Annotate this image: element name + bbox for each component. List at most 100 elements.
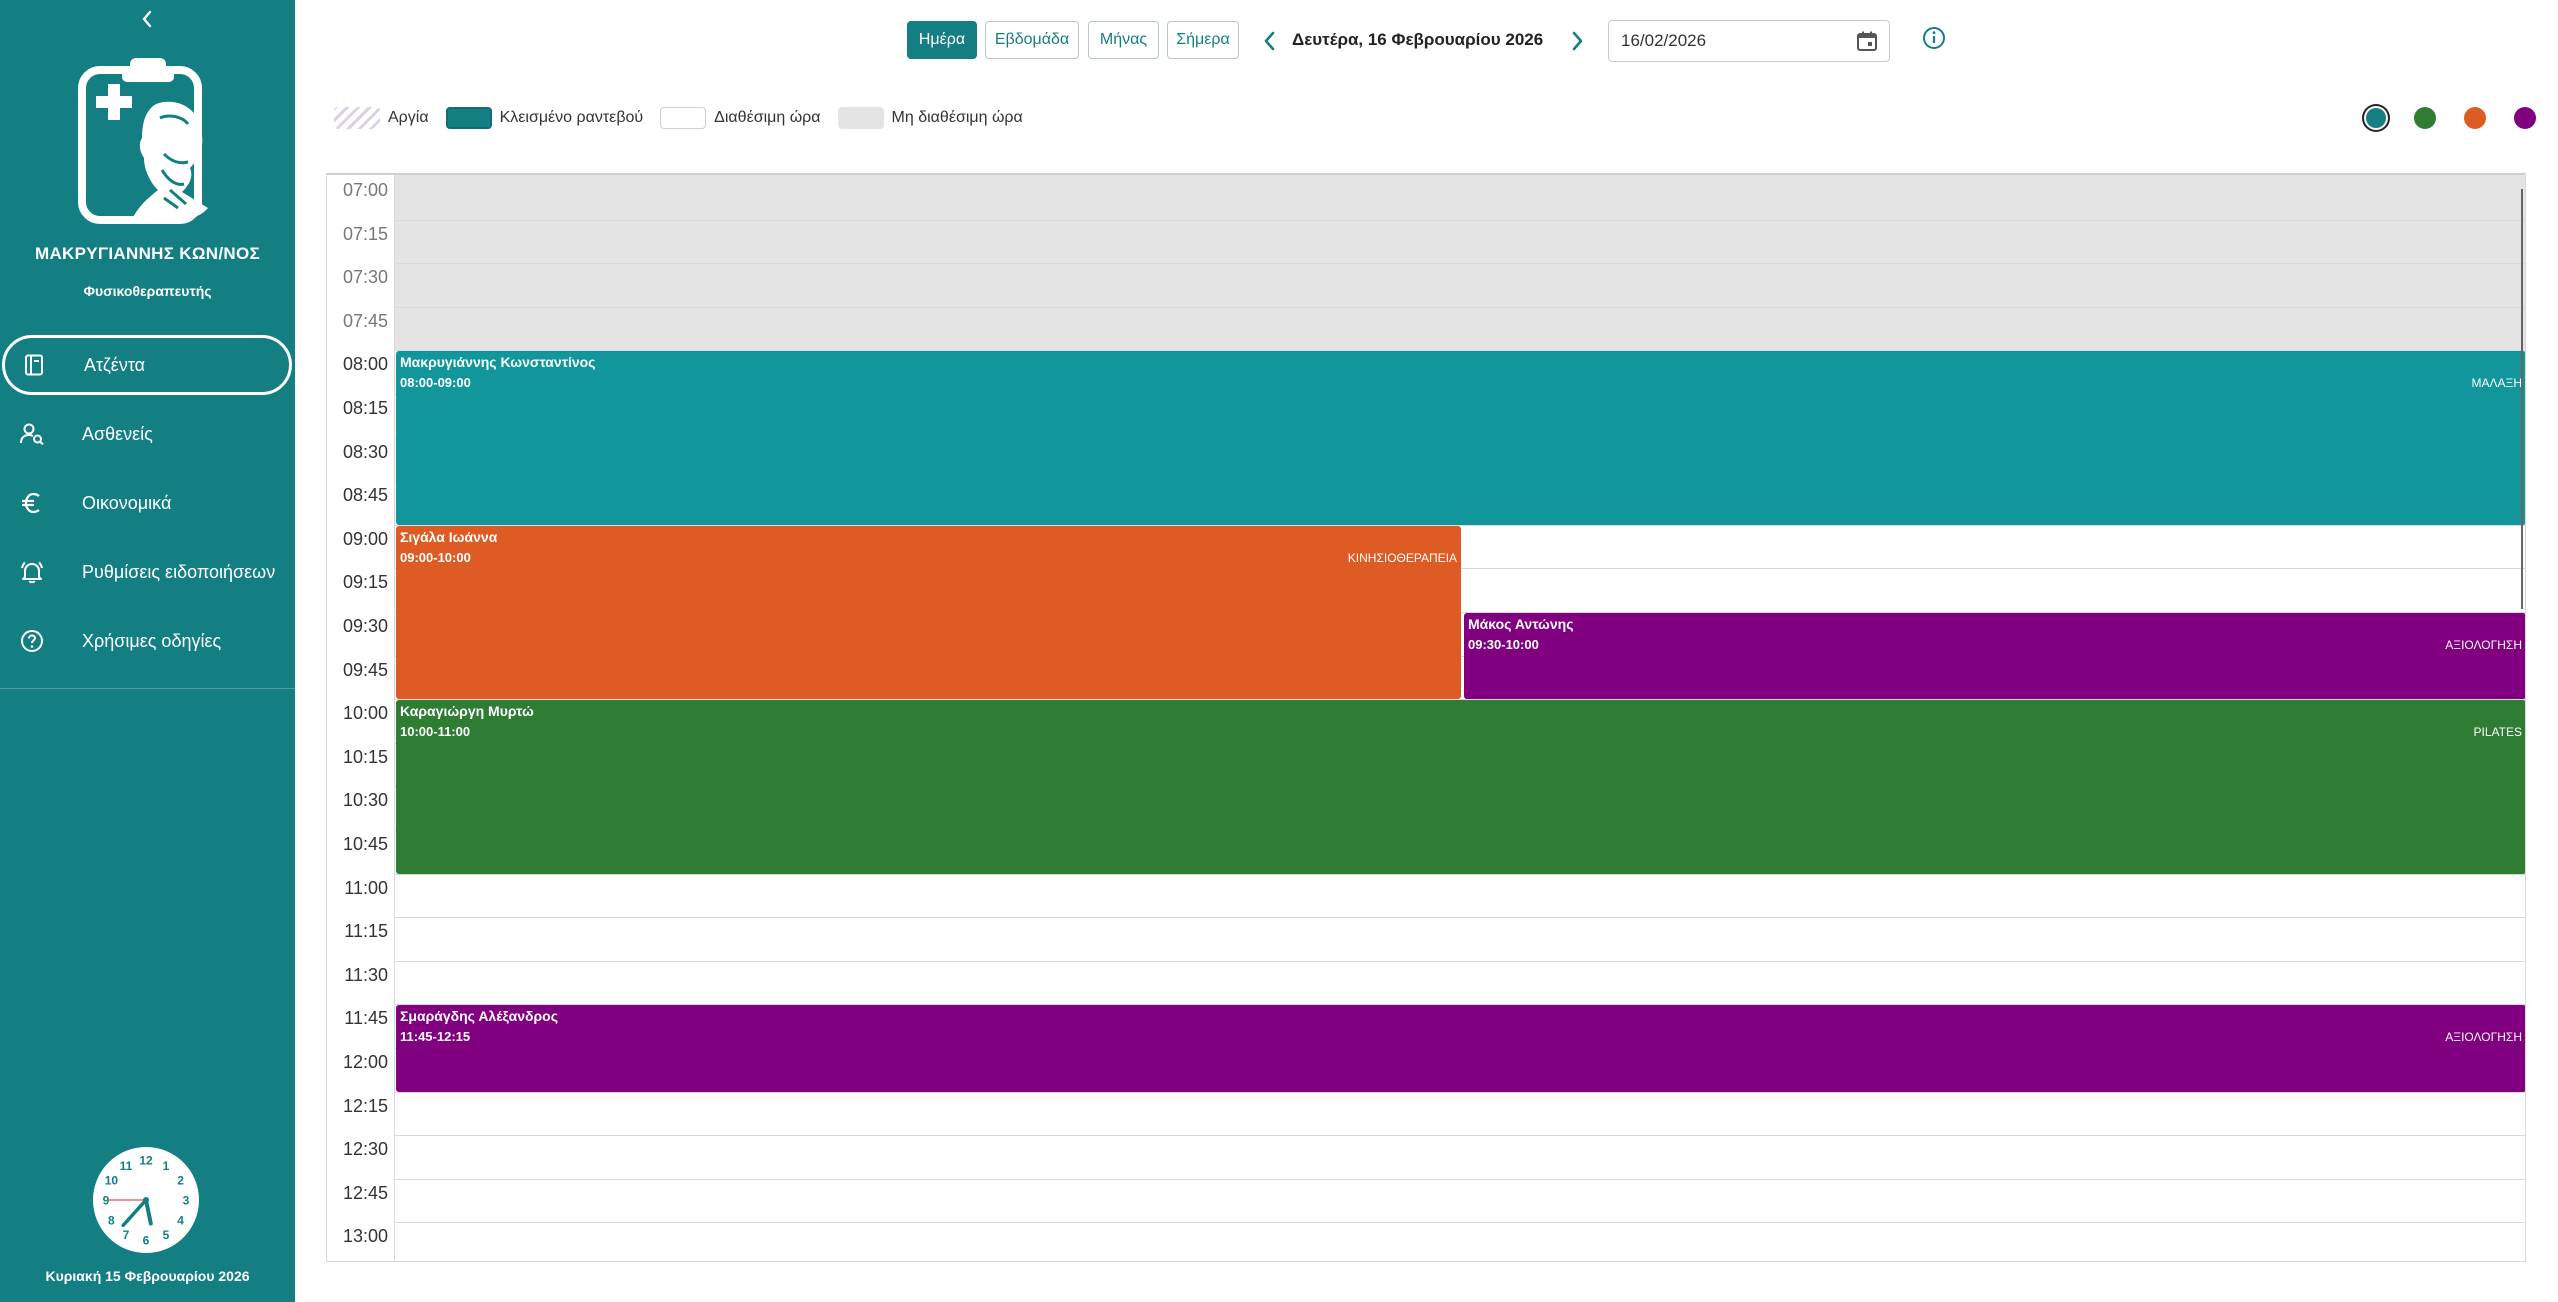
appointment-block[interactable]: Μακρυγιάννης Κωνσταντίνος 08:00-09:00 ΜΑΛΑ… bbox=[396, 351, 2525, 525]
time-slot-label: 09:30 bbox=[342, 616, 388, 636]
bell-icon bbox=[20, 560, 44, 584]
time-slot-cell[interactable] bbox=[395, 962, 2525, 1005]
available-swatch bbox=[660, 107, 707, 129]
clipboard-physician-logo bbox=[78, 58, 208, 224]
time-slot-label: 13:00 bbox=[342, 1226, 388, 1247]
chevron-right-icon bbox=[1572, 31, 1583, 51]
appointment-patient-name: Μάκος Αντώνης bbox=[1468, 616, 1574, 632]
appointment-type: ΑΞΙΟΛΟΓΗΣΗ bbox=[2445, 1030, 2522, 1045]
next-day-button[interactable] bbox=[1563, 26, 1591, 56]
previous-day-button[interactable] bbox=[1256, 26, 1284, 56]
appointment-time: 11:45-12:15 bbox=[400, 1029, 471, 1045]
time-slot-label: 10:45 bbox=[342, 834, 388, 854]
sidebar-item-agenda[interactable]: Ατζέντα bbox=[2, 335, 292, 395]
time-slot-cell bbox=[395, 221, 2525, 264]
sidebar-item-label: Ατζέντα bbox=[84, 354, 146, 375]
legend-holiday: Αργία bbox=[334, 107, 429, 129]
time-slot-label: 07:15 bbox=[342, 223, 388, 244]
appointment-time: 09:00-10:00 bbox=[400, 549, 471, 565]
appointment-block[interactable]: Μάκος Αντώνης 09:30-10:00 ΑΞΙΟΛΟΓΗΣΗ bbox=[1464, 613, 2525, 700]
clock-numeral: 8 bbox=[108, 1214, 115, 1228]
sidebar-current-date: Κυριακή 15 Φεβρουαρίου 2026 bbox=[45, 1268, 250, 1284]
time-slot-label: 07:00 bbox=[342, 180, 388, 200]
time-slot-label: 11:15 bbox=[344, 921, 388, 942]
sidebar-item-help[interactable]: Χρήσιμες οδηγίες bbox=[0, 611, 295, 671]
current-date-heading: Δευτέρα, 16 Φεβρουαρίου 2026 bbox=[1292, 30, 1544, 49]
legend-unavailable: Μη διαθέσιμη ώρα bbox=[837, 107, 1023, 129]
date-input[interactable] bbox=[1621, 21, 1841, 61]
clock-numeral: 12 bbox=[139, 1154, 153, 1168]
clock-numeral: 3 bbox=[183, 1194, 190, 1208]
time-slot-label: 12:15 bbox=[342, 1095, 388, 1116]
time-slot-label: 08:15 bbox=[342, 398, 388, 418]
legend-label: Μη διαθέσιμη ώρα bbox=[891, 109, 1023, 126]
time-slot-label: 10:00 bbox=[342, 703, 388, 724]
time-slot-label: 07:30 bbox=[342, 267, 388, 288]
clock-numeral: 10 bbox=[105, 1174, 119, 1188]
clock-numeral: 11 bbox=[120, 1159, 133, 1173]
time-slot-cell[interactable] bbox=[395, 918, 2525, 961]
clock-numeral: 6 bbox=[143, 1234, 150, 1248]
calendar-icon[interactable] bbox=[1855, 29, 1879, 53]
sidebar-item-notification-settings[interactable]: Ρυθμίσεις ειδοποιήσεων bbox=[0, 542, 295, 602]
app-root: ΜΑΚΡΥΓΙΑΝΝΗΣ ΚΩΝ/ΝΟΣ Φυσικοθεραπευτής Ατ… bbox=[0, 0, 2558, 1302]
time-slot-label: 11:45 bbox=[344, 1008, 388, 1029]
color-filter-dot[interactable] bbox=[2414, 107, 2436, 129]
color-filter-dot[interactable] bbox=[2514, 107, 2536, 129]
day-calendar-grid: 07:00 07:15 07:30 07:45 08:00 08:15 08:30 08:45… bbox=[326, 173, 2526, 1262]
color-filter-dot[interactable] bbox=[2464, 107, 2486, 129]
collapse-sidebar-button[interactable] bbox=[132, 4, 162, 34]
sidebar-item-patients[interactable]: Ασθενείς bbox=[0, 404, 295, 464]
time-slot-cell[interactable] bbox=[395, 1180, 2525, 1223]
sidebar-item-label: Ασθενείς bbox=[82, 423, 153, 444]
legend-label: Κλεισμένο ραντεβού bbox=[499, 109, 644, 126]
time-slot-cell[interactable] bbox=[395, 875, 2525, 918]
date-picker-field bbox=[1608, 20, 1890, 62]
appointment-type: ΑΞΙΟΛΟΓΗΣΗ bbox=[2445, 638, 2522, 652]
chevron-left-icon bbox=[1264, 31, 1275, 51]
sidebar-item-label: Ρυθμίσεις ειδοποιήσεων bbox=[82, 561, 276, 582]
time-slot-label: 12:30 bbox=[342, 1139, 388, 1160]
info-icon[interactable] bbox=[1920, 24, 1948, 52]
time-slot-label: 11:30 bbox=[344, 964, 388, 985]
calendar-legend: Αργία Κλεισμένο ραντεβού Διαθέσιμη ώρα Μ… bbox=[334, 106, 1040, 130]
sidebar-item-label: Χρήσιμες οδηγίες bbox=[82, 630, 222, 651]
sidebar: ΜΑΚΡΥΓΙΑΝΝΗΣ ΚΩΝ/ΝΟΣ Φυσικοθεραπευτής Ατ… bbox=[0, 0, 295, 1302]
time-slot-label: 08:30 bbox=[342, 441, 388, 462]
view-week-button[interactable]: Εβδομάδα bbox=[985, 21, 1079, 59]
today-button[interactable]: Σήμερα bbox=[1167, 21, 1239, 59]
sidebar-divider bbox=[0, 688, 295, 689]
appointment-type: ΜΑΛΑΞΗ bbox=[2471, 376, 2522, 391]
legend-label: Διαθέσιμη ώρα bbox=[714, 109, 821, 126]
time-slot-label: 09:45 bbox=[342, 659, 388, 680]
time-slot-cell[interactable] bbox=[395, 1093, 2525, 1136]
clock-numeral: 4 bbox=[177, 1214, 184, 1228]
appointment-block[interactable]: Σμαράγδης Αλέξανδρος 11:45-12:15 ΑΞΙΟΛΟΓΗΣ… bbox=[396, 1005, 2525, 1092]
time-slot-label: 08:00 bbox=[342, 354, 388, 375]
view-month-button[interactable]: Μήνας bbox=[1088, 21, 1159, 59]
appointment-block[interactable]: Καραγιώργη Μυρτώ 10:00-11:00 PILATES bbox=[396, 700, 2525, 874]
clock-numeral: 7 bbox=[123, 1228, 130, 1242]
appointment-patient-name: Καραγιώργη Μυρτώ bbox=[400, 703, 534, 720]
time-slot-label: 09:00 bbox=[342, 528, 388, 549]
scrollbar-thumb[interactable] bbox=[2521, 189, 2523, 609]
time-slot-label: 11:00 bbox=[344, 877, 388, 898]
legend-booked: Κλεισμένο ραντεβού bbox=[445, 107, 644, 129]
euro-icon bbox=[20, 491, 44, 515]
time-slot-label: 10:15 bbox=[342, 746, 388, 767]
doctor-name: ΜΑΚΡΥΓΙΑΝΝΗΣ ΚΩΝ/ΝΟΣ bbox=[35, 244, 260, 263]
view-day-button[interactable]: Ημέρα bbox=[907, 21, 977, 59]
color-filter-dot[interactable] bbox=[2366, 108, 2386, 128]
time-slot-label: 12:45 bbox=[342, 1182, 388, 1203]
appointment-time: 08:00-09:00 bbox=[400, 375, 471, 391]
sidebar-item-finances[interactable]: Οικονομικά bbox=[0, 473, 295, 533]
time-slot-label: 08:45 bbox=[342, 485, 388, 506]
appointment-block[interactable]: Σιγάλα Ιωάννα 09:00-10:00 ΚΙΝΗΣΙΟΘΕΡΑΠΕΙΑ bbox=[396, 525, 1461, 700]
time-slot-label: 10:30 bbox=[342, 790, 388, 811]
time-slot-line bbox=[395, 1222, 2525, 1224]
time-slot-cell[interactable] bbox=[395, 1136, 2525, 1179]
book-icon bbox=[22, 353, 46, 377]
help-circle-icon bbox=[20, 629, 44, 653]
analog-clock: 1234567891011 12 bbox=[93, 1147, 199, 1253]
appointment-type: ΚΙΝΗΣΙΟΘΕΡΑΠΕΙΑ bbox=[1347, 550, 1457, 565]
